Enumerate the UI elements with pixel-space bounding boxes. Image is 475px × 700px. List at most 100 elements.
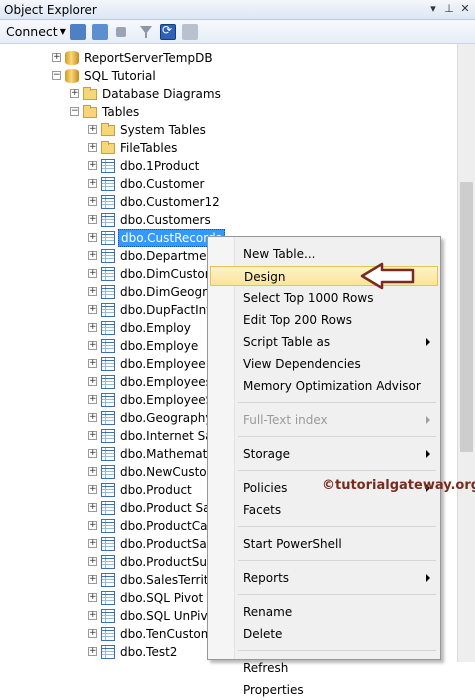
menu-item-select-top-1000-rows[interactable]: Select Top 1000 Rows [210, 288, 438, 308]
expand-icon[interactable]: + [88, 593, 97, 602]
tree-node-label: dbo.Employee [120, 357, 206, 371]
menu-item-facets[interactable]: Facets [210, 500, 438, 520]
table-icon [101, 393, 115, 407]
tree-node[interactable]: − SQL Tutorial [0, 67, 457, 85]
expand-icon[interactable]: + [88, 377, 97, 386]
expand-icon[interactable]: + [88, 161, 97, 170]
tree-node-label: dbo.Customers [120, 213, 211, 227]
menu-item-properties[interactable]: Properties [210, 680, 438, 700]
expand-icon[interactable]: + [88, 179, 97, 188]
expand-icon[interactable]: + [70, 89, 79, 98]
collapse-icon[interactable]: − [70, 107, 79, 116]
menu-item-label: Delete [243, 627, 283, 641]
expand-icon[interactable]: + [88, 359, 97, 368]
vertical-scrollbar[interactable] [457, 44, 475, 662]
menu-separator [238, 436, 436, 437]
expand-icon[interactable]: + [88, 629, 97, 638]
tree-node[interactable]: + ReportServerTempDB [0, 49, 457, 67]
expand-icon[interactable]: + [88, 323, 97, 332]
folder-icon [101, 141, 115, 154]
expand-icon[interactable]: + [88, 575, 97, 584]
expand-icon[interactable]: + [52, 53, 61, 62]
filter-icon[interactable] [138, 24, 154, 40]
expand-icon[interactable]: + [88, 395, 97, 404]
expand-icon[interactable]: + [88, 125, 97, 134]
expand-icon[interactable]: + [88, 539, 97, 548]
menu-item-reports[interactable]: Reports [210, 568, 438, 588]
connect-object-explorer-icon[interactable] [70, 24, 86, 40]
expand-icon[interactable]: + [88, 215, 97, 224]
expand-icon[interactable]: + [88, 467, 97, 476]
menu-item-storage[interactable]: Storage [210, 444, 438, 464]
tree-node[interactable]: + dbo.Customers [0, 211, 457, 229]
expand-icon[interactable]: + [88, 647, 97, 656]
expand-icon[interactable]: + [88, 305, 97, 314]
table-icon [101, 537, 115, 551]
tree-node[interactable]: + Database Diagrams [0, 85, 457, 103]
scrollbar-thumb[interactable] [460, 182, 473, 452]
expand-icon[interactable]: + [88, 233, 97, 242]
pin-icon[interactable]: ⊥ [442, 2, 456, 16]
menu-item-label: Full-Text index [243, 413, 328, 427]
table-icon [101, 339, 115, 353]
table-icon [101, 411, 115, 425]
menu-item-start-powershell[interactable]: Start PowerShell [210, 534, 438, 554]
tree-node-label: dbo.Mathematic [120, 447, 218, 461]
tree-node-label: dbo.Product Sal [120, 501, 214, 515]
chevron-down-icon: ▼ [59, 27, 66, 36]
tree-node-label: dbo.Customer12 [120, 195, 220, 209]
submenu-arrow-icon [426, 450, 430, 458]
expand-icon[interactable]: + [88, 251, 97, 260]
expand-icon[interactable]: + [88, 521, 97, 530]
tree-node-label: FileTables [120, 141, 178, 155]
menu-item-script-table-as[interactable]: Script Table as [210, 332, 438, 352]
expand-icon[interactable]: + [88, 485, 97, 494]
submenu-arrow-icon [426, 574, 430, 582]
tree-node[interactable]: + dbo.Customer [0, 175, 457, 193]
expand-icon[interactable]: + [88, 611, 97, 620]
expand-icon[interactable]: + [88, 557, 97, 566]
menu-item-view-dependencies[interactable]: View Dependencies [210, 354, 438, 374]
menu-item-memory-optimization-advisor[interactable]: Memory Optimization Advisor [210, 376, 438, 396]
expand-icon[interactable]: + [88, 431, 97, 440]
menu-separator [238, 402, 436, 403]
menu-item-label: Properties [243, 683, 304, 697]
tree-node[interactable]: + System Tables [0, 121, 457, 139]
menu-item-refresh[interactable]: Refresh [210, 658, 438, 678]
tree-node-label: dbo.SQL UnPivo [120, 609, 215, 623]
menu-item-label: Storage [243, 447, 290, 461]
connect-button[interactable]: Connect ▼ [6, 24, 66, 39]
database-icon [65, 51, 79, 65]
tree-node[interactable]: + dbo.Customer12 [0, 193, 457, 211]
expand-icon[interactable]: + [88, 341, 97, 350]
close-icon[interactable]: ✕ [458, 2, 472, 16]
tree-node[interactable]: + FileTables [0, 139, 457, 157]
expand-icon[interactable]: + [88, 143, 97, 152]
menu-item-delete[interactable]: Delete [210, 624, 438, 644]
tree-node[interactable]: + dbo.1Product [0, 157, 457, 175]
tree-node-label: dbo.Employees [120, 375, 212, 389]
expand-icon[interactable]: + [88, 197, 97, 206]
table-icon [101, 375, 115, 389]
expand-icon[interactable]: + [88, 503, 97, 512]
menu-item-rename[interactable]: Rename [210, 602, 438, 622]
stop-icon[interactable] [116, 27, 126, 37]
table-icon [101, 573, 115, 587]
expand-icon[interactable]: + [88, 269, 97, 278]
refresh-icon[interactable] [160, 23, 176, 40]
expand-icon[interactable]: + [88, 413, 97, 422]
menu-separator [238, 526, 436, 527]
folder-icon [101, 123, 115, 136]
tree-node[interactable]: − Tables [0, 103, 457, 121]
menu-item-edit-top-200-rows[interactable]: Edit Top 200 Rows [210, 310, 438, 330]
disconnect-icon[interactable] [92, 24, 108, 40]
submenu-arrow-icon [426, 416, 430, 424]
activity-monitor-icon[interactable] [182, 24, 198, 40]
expand-icon[interactable]: + [88, 287, 97, 296]
collapse-icon[interactable]: − [52, 71, 61, 80]
expand-icon[interactable]: + [88, 449, 97, 458]
dropdown-icon[interactable]: ▾ [426, 2, 440, 16]
menu-item-label: Refresh [243, 661, 289, 675]
tree-node-label: dbo.SalesTerrito [120, 573, 216, 587]
database-icon [65, 69, 79, 83]
